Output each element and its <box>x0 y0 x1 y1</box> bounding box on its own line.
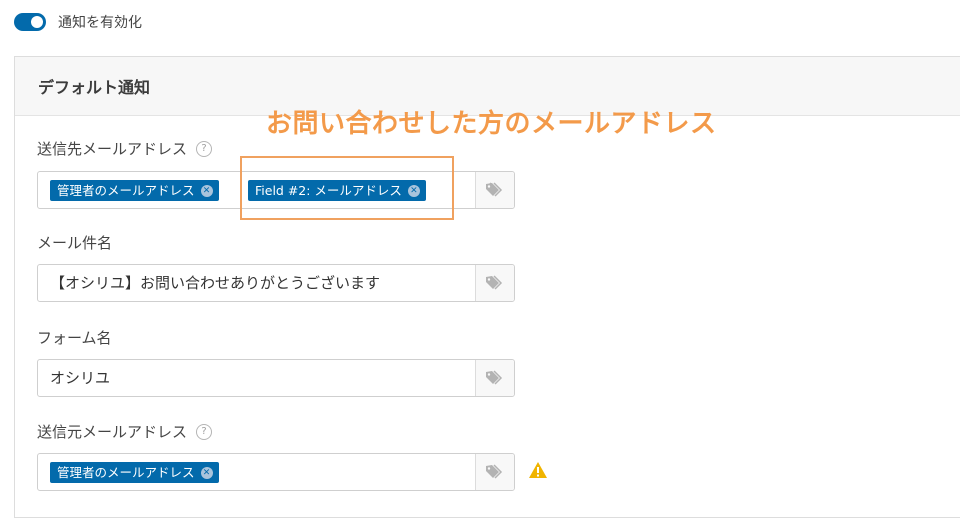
warning-icon[interactable] <box>528 461 548 479</box>
from-name-value: オシリユ <box>50 369 111 387</box>
help-icon[interactable]: ? <box>196 423 213 440</box>
subject-value: 【オシリユ】お問い合わせありがとうございます <box>50 274 381 292</box>
chip-admin-email: 管理者のメールアドレス ✕ <box>50 180 219 201</box>
from-name-label: フォーム名 <box>37 327 112 348</box>
from-email-field[interactable]: 管理者のメールアドレス ✕ <box>37 453 515 491</box>
chip-label: 管理者のメールアドレス <box>57 183 195 198</box>
from-email-label-text: 送信元メールアドレス <box>37 423 188 441</box>
tag-icon <box>486 182 503 197</box>
remove-chip-icon[interactable]: ✕ <box>200 184 213 197</box>
tag-icon <box>486 464 503 479</box>
panel-title: デフォルト通知 <box>38 78 151 97</box>
toggle-knob <box>31 16 43 28</box>
chip-label: 管理者のメールアドレス <box>57 465 195 480</box>
from-name-field[interactable]: オシリユ <box>37 359 515 397</box>
subject-label-text: メール件名 <box>37 234 113 252</box>
from-name-label-text: フォーム名 <box>37 329 112 347</box>
send-to-label: 送信先メールアドレス ? <box>37 138 213 159</box>
subject-field[interactable]: 【オシリユ】お問い合わせありがとうございます <box>37 264 515 302</box>
smart-tags-button[interactable] <box>475 360 514 396</box>
remove-chip-icon[interactable]: ✕ <box>200 466 213 479</box>
smart-tags-button[interactable] <box>475 454 514 490</box>
smart-tags-button[interactable] <box>475 172 514 208</box>
subject-label: メール件名 <box>37 232 112 253</box>
enable-notifications-toggle[interactable] <box>14 13 46 31</box>
from-email-label: 送信元メールアドレス ? <box>37 421 213 442</box>
tag-icon <box>486 370 503 385</box>
annotation-label: お問い合わせした方のメールアドレス <box>266 109 717 139</box>
send-to-label-text: 送信先メールアドレス <box>37 140 188 158</box>
tag-icon <box>486 275 503 290</box>
highlight-box <box>240 156 454 220</box>
enable-notifications-row: 通知を有効化 <box>14 10 142 34</box>
chip-admin-email: 管理者のメールアドレス ✕ <box>50 462 219 483</box>
help-icon[interactable]: ? <box>196 140 213 157</box>
smart-tags-button[interactable] <box>475 265 514 301</box>
enable-notifications-label: 通知を有効化 <box>58 15 142 31</box>
